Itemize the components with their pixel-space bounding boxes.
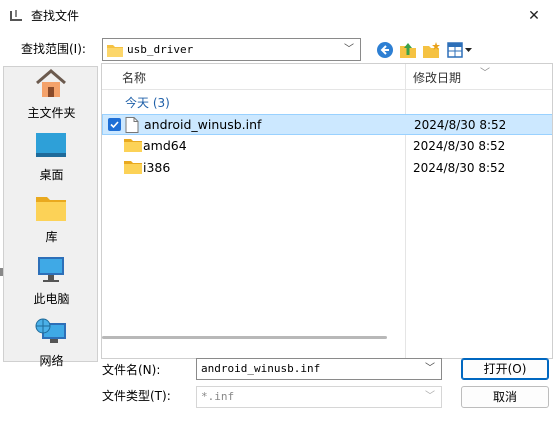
column-header: 名称 修改日期 ﹀ [102,64,552,90]
cancel-button[interactable]: 取消 [461,386,549,408]
column-date[interactable]: 修改日期 [413,71,461,85]
place-home[interactable]: 主文件夹 [4,67,99,127]
sort-arrow-icon: ﹀ [480,68,490,79]
lookin-label: 查找范围(I): [21,42,86,56]
up-folder-icon[interactable] [398,40,418,60]
place-label: 桌面 [39,168,64,182]
desktop-icon [36,133,66,157]
file-name: i386 [143,160,171,175]
group-count: (3) [152,96,170,110]
file-date: 2024/8/30 8:52 [414,118,507,132]
filename-value: android_winusb.inf [201,362,321,375]
chevron-down-icon: ﹀ [425,391,435,402]
checkbox-checked-icon[interactable] [108,118,121,131]
window-title: 查找文件 [31,9,80,23]
file-name: amd64 [143,138,187,153]
horizontal-scrollbar[interactable] [102,336,387,339]
close-button[interactable]: ✕ [519,4,549,28]
file-name: android_winusb.inf [144,117,262,132]
file-date: 2024/8/30 8:52 [413,161,506,175]
filetype-value: *.inf [201,390,235,403]
filename-label: 文件名(N): [102,363,161,377]
places-bar: 主文件夹 桌面 库 此电脑 网络 [3,66,99,368]
chevron-down-icon: ﹀ [344,44,354,55]
view-menu-icon[interactable] [446,40,474,60]
file-icon [125,117,139,133]
filetype-label: 文件类型(T): [102,389,171,403]
network-icon [35,318,66,343]
column-separator[interactable] [405,64,406,358]
folder-icon [124,139,142,152]
file-row[interactable]: android_winusb.inf 2024/8/30 8:52 [102,114,552,135]
group-label: 今天 [125,96,150,110]
place-label: 网络 [39,354,64,368]
library-folder-icon [36,197,66,221]
place-label: 主文件夹 [27,106,76,120]
chevron-down-icon[interactable]: ﹀ [425,361,435,377]
resize-grip [0,268,3,276]
computer-icon [38,257,64,282]
filename-input[interactable]: android_winusb.inf ﹀ [196,358,442,380]
file-row[interactable]: amd64 2024/8/30 8:52 [102,136,552,157]
place-desktop[interactable]: 桌面 [4,129,99,189]
filetype-select[interactable]: *.inf ﹀ [196,386,442,408]
back-icon[interactable] [375,40,395,60]
place-label: 库 [45,230,58,244]
place-computer[interactable]: 此电脑 [4,253,99,313]
place-network[interactable]: 网络 [4,315,99,375]
lookin-combo[interactable]: usb_driver ﹀ [102,38,361,61]
folder-icon [107,45,123,57]
folder-icon [124,161,142,174]
app-icon [10,10,22,21]
column-name[interactable]: 名称 [122,71,146,85]
home-icon [36,69,66,97]
place-label: 此电脑 [33,292,70,306]
open-button[interactable]: 打开(O) [461,358,549,380]
place-library[interactable]: 库 [4,191,99,251]
file-row[interactable]: i386 2024/8/30 8:52 [102,158,552,179]
title-bar: 查找文件 ✕ [0,0,557,33]
lookin-value: usb_driver [127,43,194,56]
file-list[interactable]: 名称 修改日期 ﹀ 今天 (3) android_winusb.inf 2024… [101,63,553,359]
file-date: 2024/8/30 8:52 [413,139,506,153]
new-folder-icon[interactable] [421,40,441,60]
group-header[interactable]: 今天 (3) [125,95,170,111]
